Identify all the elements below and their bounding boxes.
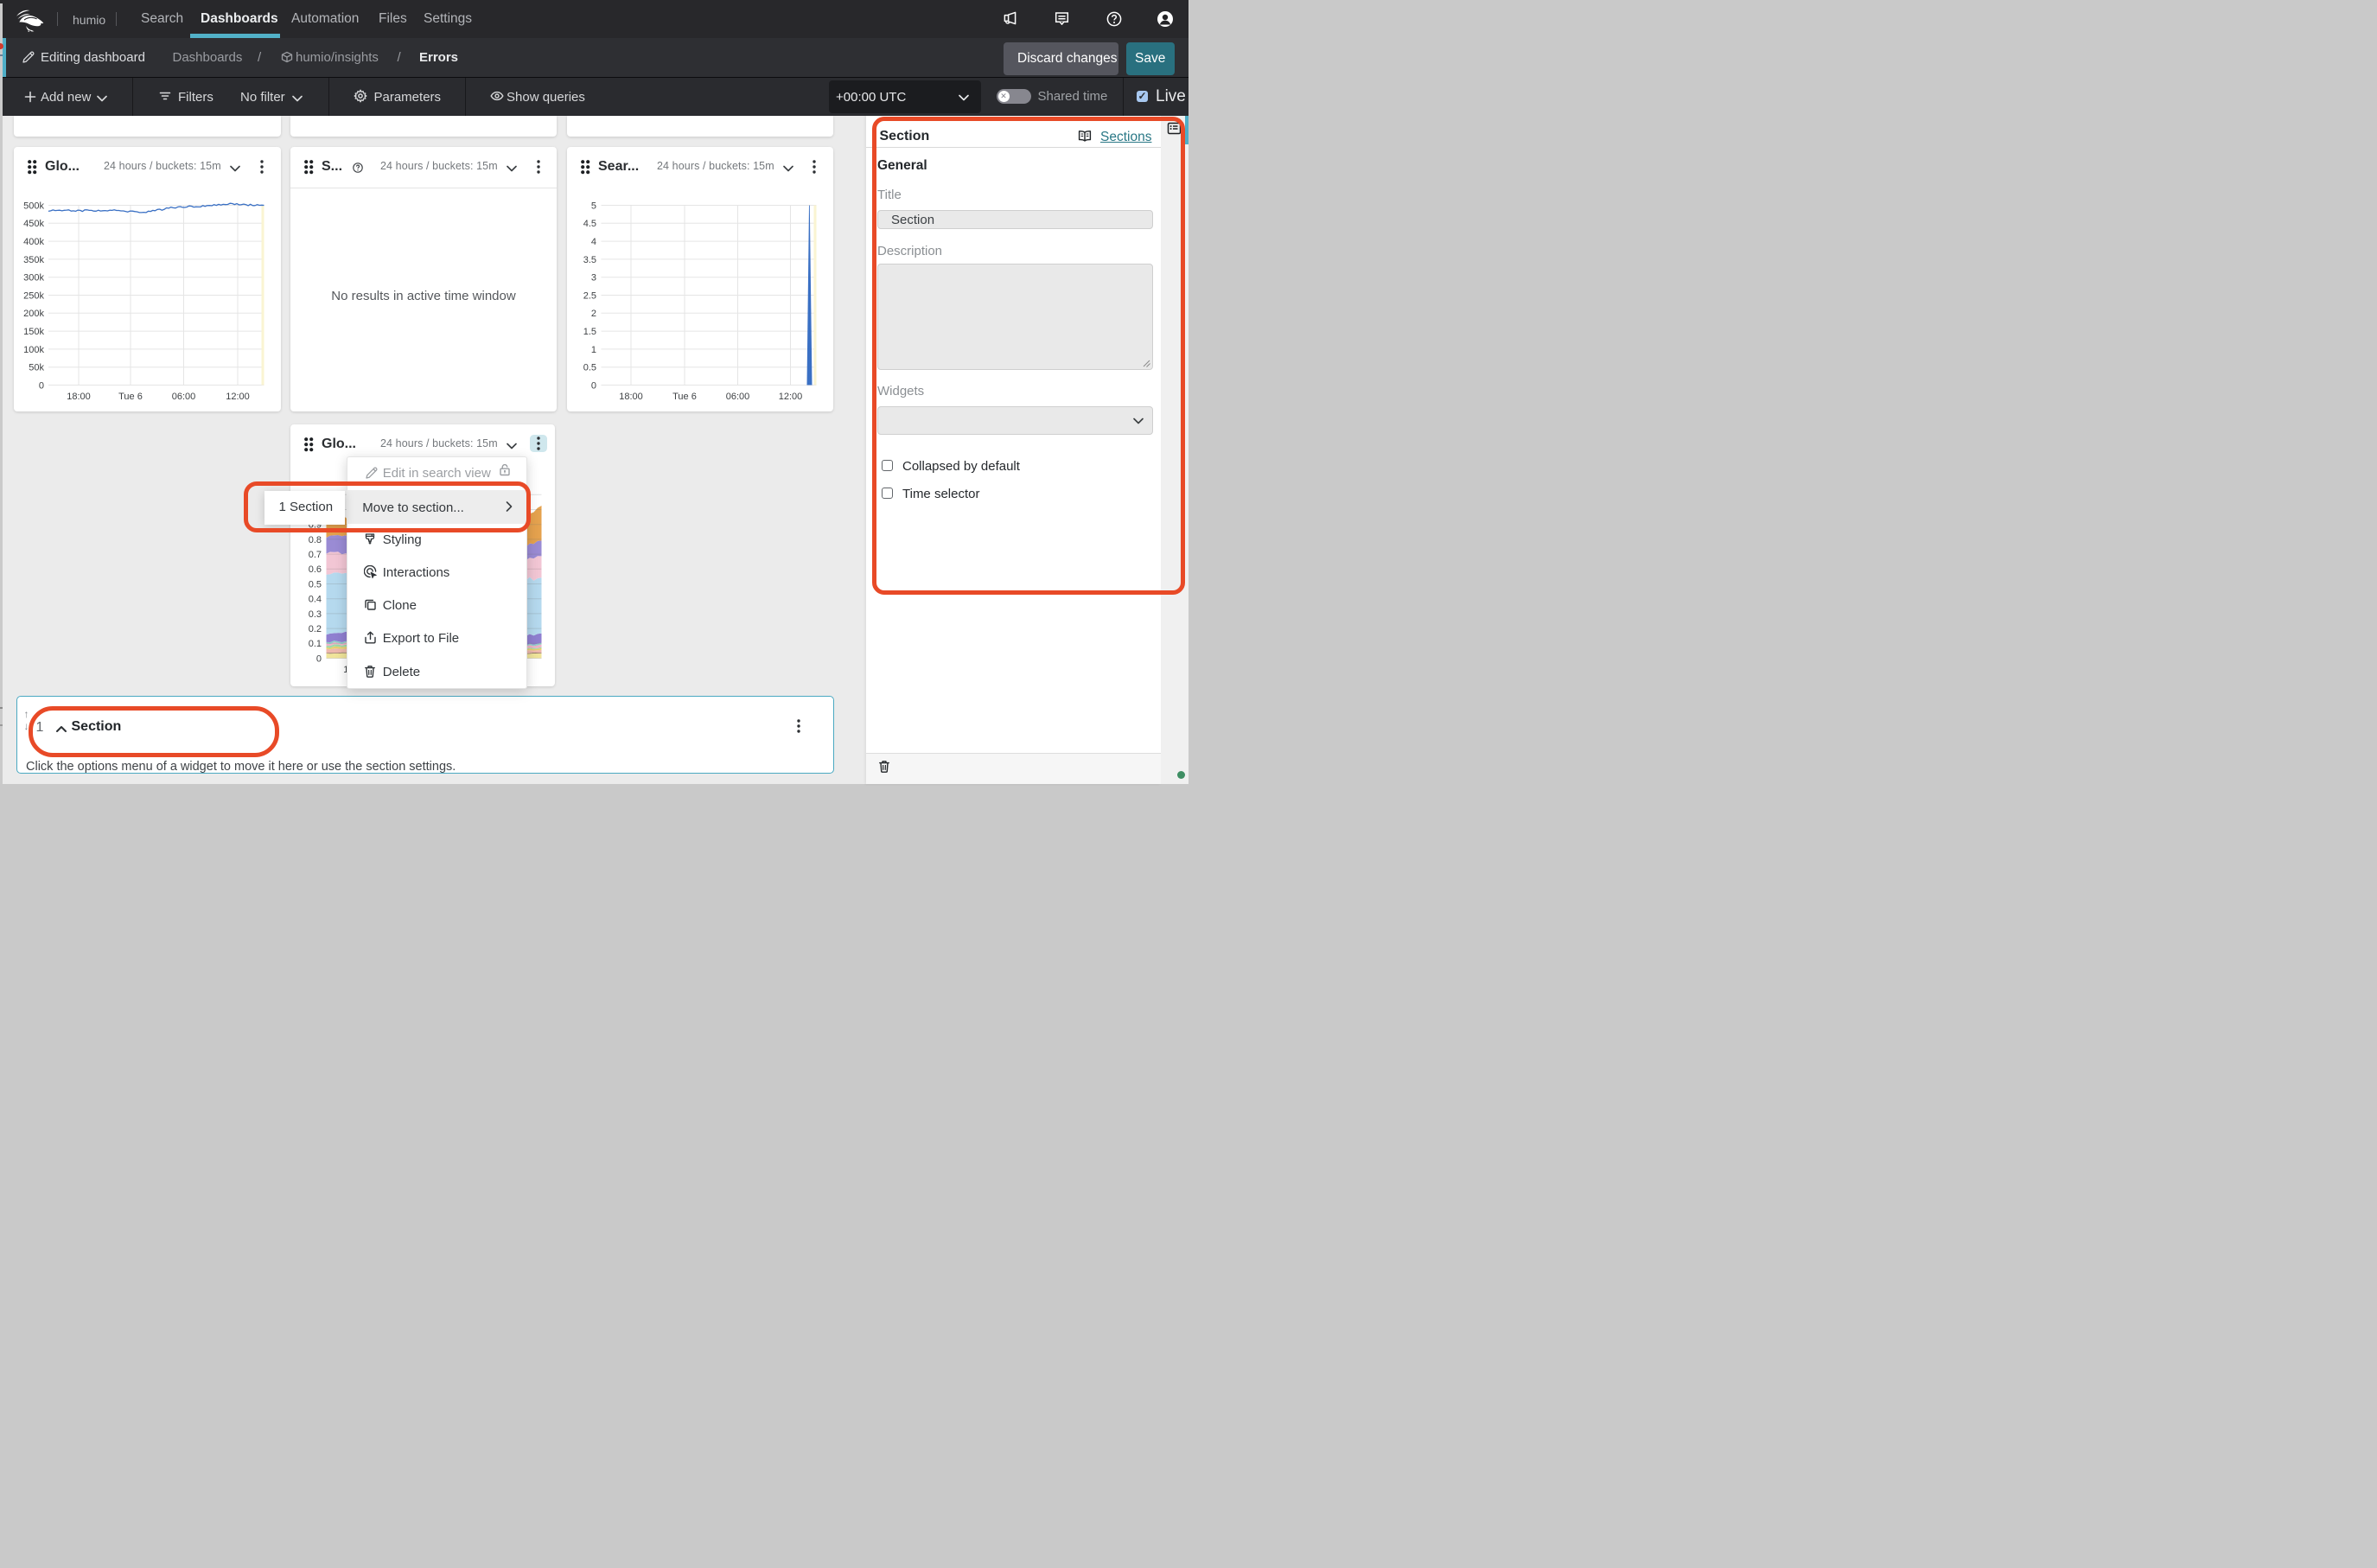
svg-text:3.5: 3.5 xyxy=(583,255,596,265)
svg-text:0.6: 0.6 xyxy=(309,564,322,575)
svg-text:0: 0 xyxy=(591,380,596,391)
svg-text:2.5: 2.5 xyxy=(583,290,596,301)
svg-text:3: 3 xyxy=(591,273,596,284)
svg-text:Tue 6: Tue 6 xyxy=(118,392,143,402)
svg-text:1.5: 1.5 xyxy=(583,327,596,337)
svg-text:06:00: 06:00 xyxy=(172,392,196,402)
svg-text:Tue 6: Tue 6 xyxy=(672,392,697,402)
svg-text:0.7: 0.7 xyxy=(309,550,322,560)
svg-text:4: 4 xyxy=(591,237,596,247)
svg-text:1: 1 xyxy=(591,345,596,355)
svg-text:400k: 400k xyxy=(23,237,44,247)
svg-text:300k: 300k xyxy=(23,273,44,284)
svg-text:0.5: 0.5 xyxy=(309,579,322,590)
svg-text:450k: 450k xyxy=(23,219,44,229)
svg-text:0.3: 0.3 xyxy=(309,609,322,620)
svg-text:0: 0 xyxy=(39,380,44,391)
svg-text:350k: 350k xyxy=(23,255,44,265)
svg-text:0.1: 0.1 xyxy=(309,639,322,649)
svg-text:4.5: 4.5 xyxy=(583,219,596,229)
svg-text:200k: 200k xyxy=(23,309,44,319)
svg-text:5: 5 xyxy=(591,201,596,211)
svg-text:12:00: 12:00 xyxy=(226,392,250,402)
svg-text:100k: 100k xyxy=(23,345,44,355)
svg-text:06:00: 06:00 xyxy=(726,392,750,402)
svg-text:50k: 50k xyxy=(29,363,44,373)
svg-text:18:00: 18:00 xyxy=(619,392,643,402)
svg-text:500k: 500k xyxy=(23,201,44,211)
svg-text:0.5: 0.5 xyxy=(583,363,596,373)
svg-text:150k: 150k xyxy=(23,327,44,337)
svg-text:0.4: 0.4 xyxy=(309,595,322,605)
svg-text:250k: 250k xyxy=(23,290,44,301)
svg-text:18:00: 18:00 xyxy=(67,392,91,402)
svg-text:0: 0 xyxy=(316,653,322,664)
svg-text:12:00: 12:00 xyxy=(779,392,803,402)
svg-text:0.2: 0.2 xyxy=(309,624,322,634)
svg-text:0.8: 0.8 xyxy=(309,535,322,545)
svg-text:2: 2 xyxy=(591,309,596,319)
